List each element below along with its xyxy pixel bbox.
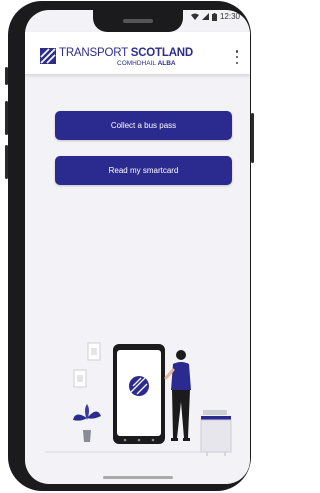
- transport-scotland-logo-icon: [40, 48, 56, 64]
- table-book-top: [203, 410, 227, 415]
- plant-leaf-1: [73, 414, 87, 421]
- wall-frame-2-inner: [77, 375, 83, 382]
- plant-leaf-2: [87, 411, 101, 419]
- side-table: [200, 419, 232, 453]
- overflow-menu-icon[interactable]: [234, 50, 240, 64]
- app-header: TRANSPORT SCOTLAND COMHDHAIL ALBA: [25, 32, 250, 74]
- volume-down-button: [5, 145, 8, 179]
- phone-person-illustration: [45, 342, 232, 456]
- person-arm: [164, 368, 175, 380]
- person-shoe-right: [183, 438, 190, 441]
- person-legs: [172, 390, 190, 438]
- status-bar: 12:30: [190, 12, 240, 21]
- read-smartcard-button[interactable]: Read my smartcard: [55, 156, 232, 185]
- phone-frame: 12:30 TRANSPORT SCOTLAND COMHDHAIL ALBA …: [5, 1, 254, 491]
- brand-title: TRANSPORT SCOTLAND: [59, 47, 193, 59]
- phone-home-dot-3: [151, 438, 155, 442]
- collect-bus-pass-label: Collect a bus pass: [110, 121, 177, 130]
- wifi-icon: [190, 13, 199, 20]
- app-screen: 12:30 TRANSPORT SCOTLAND COMHDHAIL ALBA …: [25, 10, 250, 484]
- brand-subtitle: COMHDHAIL ALBA: [117, 60, 176, 67]
- person-shoe-left: [171, 438, 178, 441]
- volume-up-button: [5, 101, 8, 135]
- home-indicator[interactable]: [103, 476, 173, 479]
- phone-home-dot-2: [137, 438, 141, 442]
- plant-pot: [83, 430, 91, 442]
- status-time: 12:30: [219, 12, 240, 21]
- read-smartcard-label: Read my smartcard: [108, 166, 179, 175]
- signal-icon: [201, 13, 209, 20]
- phone-home-dot-1: [123, 438, 127, 442]
- person-torso: [171, 362, 191, 390]
- wall-frame-1-inner: [91, 348, 97, 355]
- speaker: [123, 19, 153, 23]
- power-button: [251, 113, 254, 163]
- collect-bus-pass-button[interactable]: Collect a bus pass: [55, 111, 232, 140]
- brand-bold: SCOTLAND: [130, 47, 194, 59]
- mute-switch: [5, 67, 8, 85]
- table-books: [201, 416, 231, 420]
- brand-light: TRANSPORT: [59, 47, 128, 59]
- brand-sub-bold: ALBA: [157, 60, 176, 67]
- battery-icon: [211, 12, 217, 21]
- brand-sub-light: COMHDHAIL: [117, 60, 156, 67]
- illustration-logo-circle: [129, 376, 149, 396]
- person-head: [176, 350, 186, 360]
- notch: [93, 10, 183, 32]
